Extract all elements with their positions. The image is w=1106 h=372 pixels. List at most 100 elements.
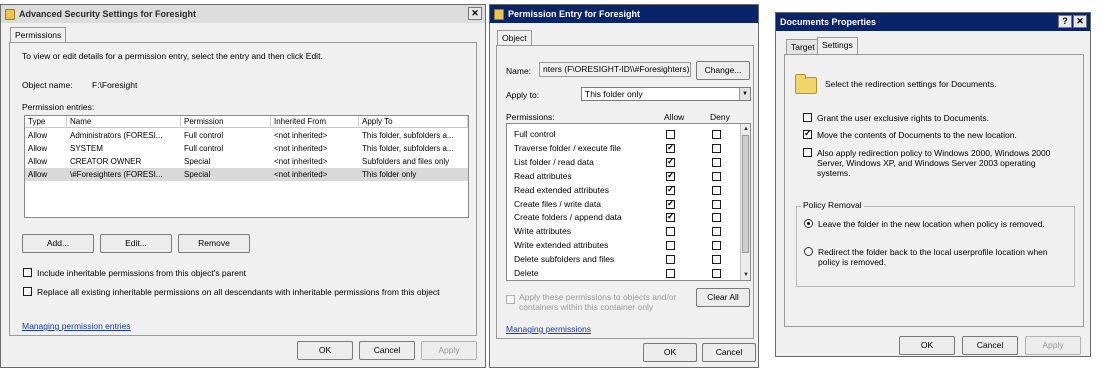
tab-target[interactable]: Target [786, 39, 820, 55]
dialog2-titlebar: Permission Entry for Foresight [490, 5, 758, 23]
cancel-button[interactable]: Cancel [359, 341, 415, 360]
add-button[interactable]: Add... [22, 234, 94, 253]
clear-all-button[interactable]: Clear All [696, 288, 750, 307]
table-row[interactable]: Allow Administrators (FORESI... Full con… [25, 129, 468, 142]
cell-permission: Full control [184, 131, 224, 140]
allow-checkbox[interactable] [666, 198, 675, 209]
allow-checkbox[interactable] [666, 255, 675, 265]
ok-button[interactable]: OK [297, 341, 353, 360]
cell-type: Allow [28, 131, 48, 140]
column-permission[interactable]: Permission [181, 116, 271, 127]
apply-button[interactable]: Apply [1025, 336, 1081, 355]
allow-checkbox[interactable] [666, 227, 675, 237]
dialog1-titlebar: Advanced Security Settings for Foresight [1, 5, 485, 23]
allow-checkbox[interactable] [666, 269, 675, 278]
deny-checkbox[interactable] [712, 269, 721, 278]
column-inherited-from[interactable]: Inherited From [271, 116, 359, 127]
tab-settings[interactable]: Settings [817, 37, 858, 55]
cancel-button[interactable]: Cancel [702, 343, 756, 362]
permission-name: Read extended attributes [514, 184, 609, 195]
cancel-button[interactable]: Cancel [962, 336, 1018, 355]
change-button[interactable]: Change... [696, 61, 750, 80]
ok-button[interactable]: OK [899, 336, 955, 355]
settings-intro: Select the redirection settings for Docu… [825, 79, 997, 89]
permission-entries-list[interactable]: Type Name Permission Inherited From Appl… [24, 115, 469, 218]
tab-permissions[interactable]: Permissions [10, 27, 67, 43]
allow-checkbox[interactable] [666, 241, 675, 251]
table-row[interactable]: Allow CREATOR OWNER Special <not inherit… [25, 155, 468, 168]
deny-checkbox[interactable] [712, 171, 721, 181]
documents-properties-dialog: Documents Properties ? ✕ Target Settings… [775, 12, 1091, 357]
redirect-back-radio[interactable] [804, 247, 813, 256]
allow-checkbox[interactable] [666, 130, 675, 139]
name-label: Name: [506, 66, 532, 76]
permission-row: Create files / write data [507, 198, 740, 211]
also-apply-checkbox[interactable] [803, 148, 812, 157]
grant-exclusive-checkbox[interactable] [803, 113, 812, 122]
deny-checkbox[interactable] [712, 157, 721, 167]
also-apply-label-1: Also apply redirection policy to Windows… [817, 148, 1051, 158]
grant-exclusive-label: Grant the user exclusive rights to Docum… [817, 113, 989, 123]
column-name[interactable]: Name [67, 116, 181, 127]
allow-header: Allow [664, 112, 685, 122]
permission-name: Read attributes [514, 170, 572, 181]
apply-button[interactable]: Apply [421, 341, 477, 360]
leave-folder-radio[interactable] [804, 219, 813, 228]
permission-row: Delete [507, 267, 740, 280]
include-inheritable-label: Include inheritable permissions from thi… [37, 268, 247, 278]
column-apply-to[interactable]: Apply To [359, 116, 468, 127]
tab-object[interactable]: Object [497, 30, 532, 46]
close-icon[interactable]: ✕ [1073, 15, 1087, 28]
allow-checkbox[interactable] [666, 184, 675, 195]
apply-to-value: This folder only [585, 89, 643, 99]
deny-checkbox[interactable] [712, 143, 721, 153]
cell-inherited-from: <not inherited> [274, 131, 328, 140]
cell-inherited-from: <not inherited> [274, 170, 328, 179]
remove-button[interactable]: Remove [178, 234, 250, 253]
deny-checkbox[interactable] [712, 213, 721, 223]
folder-icon [5, 8, 15, 20]
close-icon[interactable]: ✕ [468, 7, 482, 20]
permission-name: Create files / write data [514, 198, 601, 209]
allow-checkbox[interactable] [666, 156, 675, 167]
move-contents-checkbox[interactable] [803, 128, 812, 139]
deny-checkbox[interactable] [712, 255, 721, 265]
apply-to-dropdown[interactable]: This folder only ▼ [581, 87, 751, 101]
allow-checkbox[interactable] [666, 211, 675, 223]
cell-apply-to: This folder, subfolders a... [362, 131, 454, 140]
permissions-list[interactable]: Full control Traverse folder / execute fi… [506, 123, 751, 281]
scrollbar[interactable]: ▲ ▼ [740, 124, 750, 280]
deny-checkbox[interactable] [712, 199, 721, 209]
scroll-down-icon[interactable]: ▼ [741, 270, 750, 280]
edit-button[interactable]: Edit... [100, 234, 172, 253]
deny-checkbox[interactable] [712, 130, 721, 139]
scroll-thumb[interactable] [742, 135, 749, 253]
help-icon[interactable]: ? [1058, 15, 1072, 28]
allow-checkbox[interactable] [666, 142, 675, 153]
table-row[interactable]: Allow SYSTEM Full control <not inherited… [25, 142, 468, 155]
apply-to-children-checkbox[interactable] [506, 295, 515, 304]
cell-apply-to: Subfolders and files only [362, 157, 450, 166]
cell-apply-to: This folder, subfolders a... [362, 144, 454, 153]
scroll-up-icon[interactable]: ▲ [741, 124, 750, 134]
chevron-down-icon[interactable]: ▼ [739, 88, 750, 100]
include-inheritable-checkbox[interactable] [23, 268, 32, 277]
managing-permissions-link[interactable]: Managing permissions [506, 324, 591, 334]
column-type[interactable]: Type [25, 116, 67, 127]
intro-text: To view or edit details for a permission… [22, 51, 323, 61]
deny-checkbox[interactable] [712, 185, 721, 195]
cell-inherited-from: <not inherited> [274, 144, 328, 153]
object-name-label: Object name: [22, 80, 73, 90]
table-row-selected[interactable]: Allow \#Foresighters (FORESI... Special … [25, 168, 468, 181]
permission-row: Traverse folder / execute file [507, 142, 740, 155]
ok-button[interactable]: OK [643, 343, 697, 362]
cell-inherited-from: <not inherited> [274, 157, 328, 166]
permission-row: Write extended attributes [507, 239, 740, 252]
permission-row: List folder / read data [507, 156, 740, 169]
deny-checkbox[interactable] [712, 227, 721, 237]
replace-all-checkbox[interactable] [23, 287, 32, 296]
allow-checkbox[interactable] [666, 170, 675, 181]
folder-icon [795, 74, 817, 94]
managing-permission-entries-link[interactable]: Managing permission entries [22, 321, 131, 331]
deny-checkbox[interactable] [712, 241, 721, 251]
